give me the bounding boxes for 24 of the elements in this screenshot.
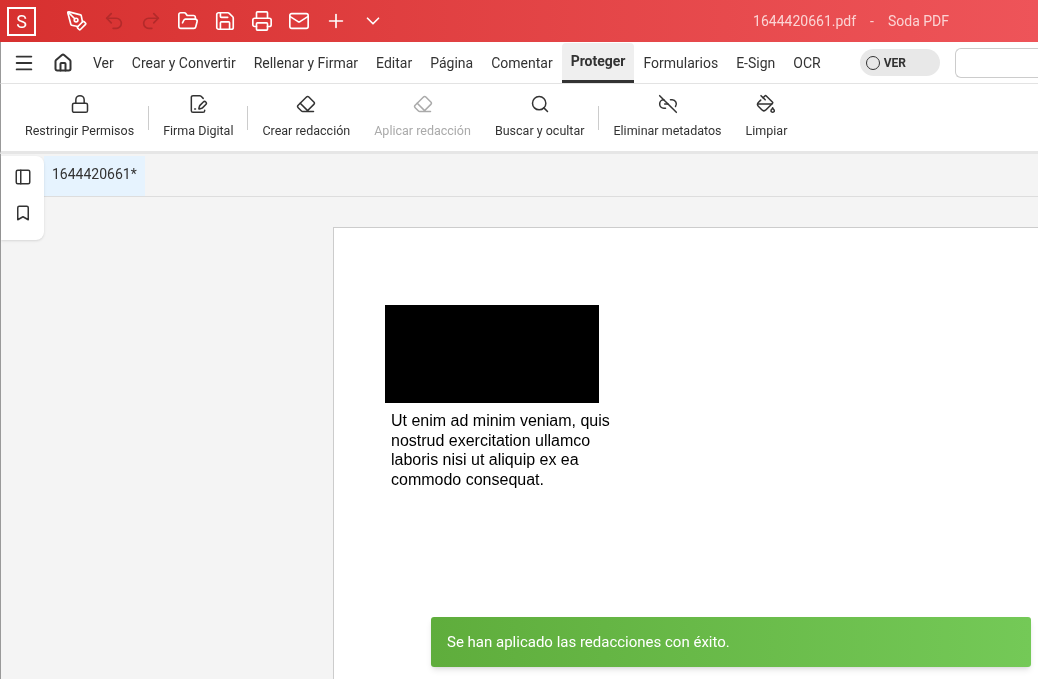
menu-tab[interactable]: Crear y Convertir	[122, 43, 245, 83]
menu-tab[interactable]: Rellenar y Firmar	[244, 43, 368, 83]
toolbar-button[interactable]: Limpiar	[733, 94, 800, 141]
menu-tab[interactable]: E-Sign	[727, 43, 785, 83]
app-name: Soda PDF	[887, 11, 949, 31]
title-separator: -	[870, 11, 874, 31]
menu-tab[interactable]: Ver	[84, 43, 123, 83]
toolbar-button[interactable]: Buscar y ocultar	[482, 94, 597, 141]
menu-tab[interactable]: Editar	[367, 43, 422, 83]
view-toggle[interactable]: VER	[859, 49, 940, 76]
toolbar-button[interactable]: Firma Digital	[151, 94, 246, 141]
menu-tab[interactable]: OCR	[784, 43, 830, 83]
menu-tab[interactable]: Proteger	[561, 43, 635, 83]
menu-tab[interactable]: Comentar	[482, 43, 562, 83]
toolbar-button[interactable]: Crear redacción	[250, 94, 363, 141]
window-title: 1644420661.pdf	[753, 11, 857, 31]
toolbar-button[interactable]: Eliminar metadatos	[601, 94, 734, 141]
document-tab[interactable]: 1644420661*	[44, 156, 145, 196]
success-toast: Se han aplicado las redacciones con éxito.	[431, 617, 1031, 667]
app-logo: S	[7, 6, 36, 36]
paragraph: Ut enim ad minim veniam, quis nostrud exercitation ullamco laboris nisi ut aliquip ex ea commodo consequat.	[391, 411, 611, 489]
menu-tab[interactable]: Formularios	[634, 43, 728, 83]
menu-tab[interactable]: Página	[421, 43, 483, 83]
toolbar-button[interactable]: Restringir Permisos	[13, 94, 147, 141]
